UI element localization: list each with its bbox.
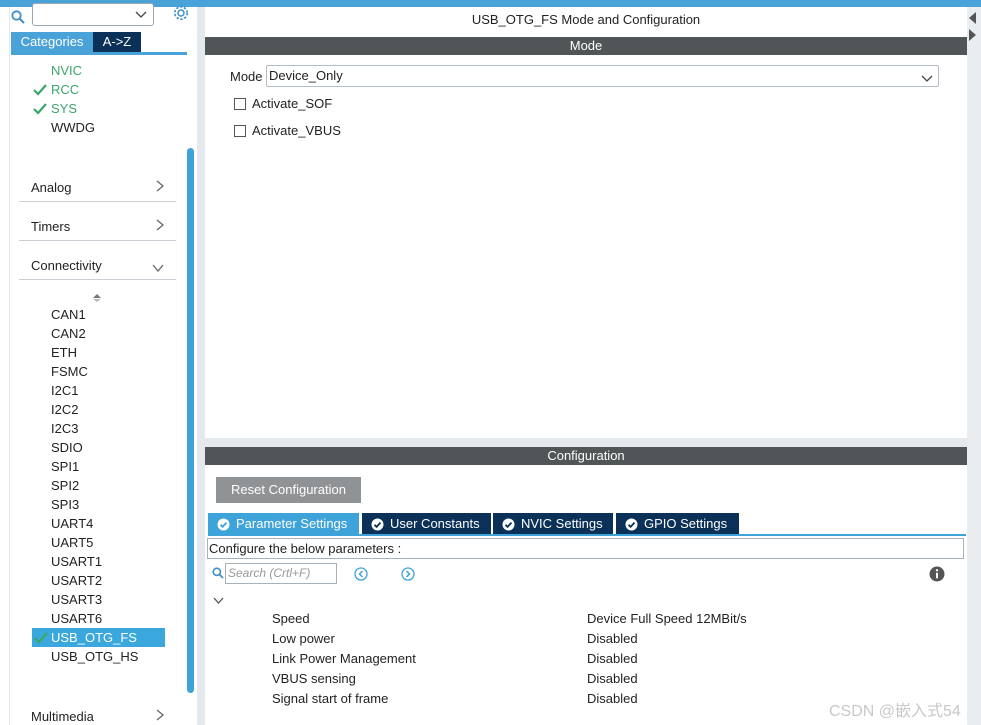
panel-splitter[interactable] xyxy=(205,438,967,447)
sort-arrows-icon[interactable] xyxy=(92,291,102,306)
mode-panel-title: USB_OTG_FS Mode and Configuration xyxy=(471,12,701,27)
search-icon[interactable] xyxy=(11,10,25,27)
check-icon xyxy=(33,99,47,118)
previous-match-icon[interactable] xyxy=(354,567,368,584)
sidebar-item-spi3[interactable]: SPI3 xyxy=(51,495,79,514)
sidebar-item-rcc[interactable]: RCC xyxy=(51,80,79,99)
configure-hint: Configure the below parameters : xyxy=(207,538,964,559)
param-value-link-power-management[interactable]: Disabled xyxy=(587,651,638,666)
collapse-group-icon[interactable] xyxy=(213,593,224,608)
tab-user-constants[interactable]: User Constants xyxy=(362,513,491,534)
sidebar-item-usart3[interactable]: USART3 xyxy=(51,590,102,609)
group-label: Multimedia xyxy=(31,709,94,724)
param-value-speed[interactable]: Device Full Speed 12MBit/s xyxy=(587,611,747,626)
sidebar-item-uart4[interactable]: UART4 xyxy=(51,514,93,533)
component-search-combo[interactable] xyxy=(32,3,154,26)
search-icon xyxy=(212,567,224,582)
mode-select-value: Device_Only xyxy=(269,68,343,83)
sidebar-item-usart1[interactable]: USART1 xyxy=(51,552,102,571)
collapse-right-icon[interactable] xyxy=(969,29,977,44)
group-analog[interactable]: Analog xyxy=(19,172,176,202)
group-multimedia[interactable]: Multimedia xyxy=(19,701,176,725)
parameter-search-input[interactable]: Search (Crtl+F) xyxy=(225,563,337,584)
tab-parameter-settings[interactable]: Parameter Settings xyxy=(208,513,359,534)
group-label: Connectivity xyxy=(31,258,102,273)
gear-icon[interactable] xyxy=(172,4,190,25)
sidebar-item-nvic[interactable]: NVIC xyxy=(51,61,82,80)
next-match-icon[interactable] xyxy=(401,567,415,584)
chevron-down-icon[interactable] xyxy=(135,8,147,23)
tab-label: NVIC Settings xyxy=(521,516,603,531)
sidebar-item-sdio[interactable]: SDIO xyxy=(51,438,83,457)
checkbox-label: Activate_VBUS xyxy=(252,123,341,138)
chevron-right-icon xyxy=(156,219,165,234)
param-value-vbus-sensing[interactable]: Disabled xyxy=(587,671,638,686)
watermark: CSDN @嵌入式54 xyxy=(829,703,961,720)
param-name-vbus-sensing: VBUS sensing xyxy=(272,671,356,686)
sidebar-item-label: USB_OTG_FS xyxy=(51,630,137,645)
sidebar-item-spi2[interactable]: SPI2 xyxy=(51,476,79,495)
sidebar-edge xyxy=(9,7,10,725)
param-name-signal-start-of-frame: Signal start of frame xyxy=(272,691,389,706)
sidebar-item-can2[interactable]: CAN2 xyxy=(51,324,86,343)
tab-label: Parameter Settings xyxy=(236,516,348,531)
collapse-left-icon[interactable] xyxy=(969,12,977,27)
sidebar-item-spi1[interactable]: SPI1 xyxy=(51,457,79,476)
sidebar-item-usb-otg-fs[interactable]: USB_OTG_FS xyxy=(32,628,165,647)
group-connectivity[interactable]: Connectivity xyxy=(19,250,176,280)
chevron-right-icon xyxy=(156,709,165,724)
group-label: Analog xyxy=(31,180,72,195)
chevron-down-icon[interactable] xyxy=(921,70,933,90)
sidebar-item-wwdg[interactable]: WWDG xyxy=(51,118,95,137)
sidebar-scrollbar[interactable] xyxy=(187,148,194,693)
mode-select[interactable]: Device_Only xyxy=(266,65,939,87)
sidebar-item-i2c3[interactable]: I2C3 xyxy=(51,419,78,438)
sidebar-item-uart5[interactable]: UART5 xyxy=(51,533,93,552)
sidebar-item-usb-otg-hs[interactable]: USB_OTG_HS xyxy=(51,647,138,666)
tab-label: User Constants xyxy=(390,516,480,531)
param-name-link-power-management: Link Power Management xyxy=(272,651,416,666)
sidebar-item-eth[interactable]: ETH xyxy=(51,343,77,362)
mode-section-header: Mode xyxy=(205,37,967,55)
check-icon xyxy=(33,80,47,99)
activate-vbus-checkbox[interactable] xyxy=(234,125,246,137)
right-edge-strip xyxy=(967,7,981,725)
param-name-speed: Speed xyxy=(272,611,310,626)
sidebar-item-i2c2[interactable]: I2C2 xyxy=(51,400,78,419)
configuration-section-header: Configuration xyxy=(205,447,967,465)
reset-configuration-button[interactable]: Reset Configuration xyxy=(216,477,361,503)
param-value-low-power[interactable]: Disabled xyxy=(587,631,638,646)
tab-a-to-z[interactable]: A->Z xyxy=(93,32,141,52)
checkbox-label: Activate_SOF xyxy=(252,96,333,111)
sidebar-item-i2c1[interactable]: I2C1 xyxy=(51,381,78,400)
tab-categories[interactable]: Categories xyxy=(11,32,93,52)
check-icon xyxy=(34,628,48,652)
tab-underline xyxy=(208,534,966,536)
tab-underline xyxy=(11,52,187,55)
tab-label: GPIO Settings xyxy=(644,516,728,531)
sidebar-item-sys[interactable]: SYS xyxy=(51,99,77,118)
group-timers[interactable]: Timers xyxy=(19,211,176,241)
sidebar-item-fsmc[interactable]: FSMC xyxy=(51,362,88,381)
chevron-right-icon xyxy=(156,180,165,195)
panel-divider[interactable] xyxy=(197,7,205,725)
mode-label: Mode xyxy=(230,69,263,84)
sidebar-item-usart2[interactable]: USART2 xyxy=(51,571,102,590)
param-value-signal-start-of-frame[interactable]: Disabled xyxy=(587,691,638,706)
sidebar-item-usart6[interactable]: USART6 xyxy=(51,609,102,628)
activate-sof-checkbox[interactable] xyxy=(234,98,246,110)
param-name-low-power: Low power xyxy=(272,631,335,646)
group-label: Timers xyxy=(31,219,71,234)
tab-gpio-settings[interactable]: GPIO Settings xyxy=(616,513,739,534)
tab-nvic-settings[interactable]: NVIC Settings xyxy=(493,513,613,534)
info-icon[interactable] xyxy=(929,566,945,585)
chevron-down-icon xyxy=(152,260,164,275)
sidebar-item-can1[interactable]: CAN1 xyxy=(51,305,86,324)
